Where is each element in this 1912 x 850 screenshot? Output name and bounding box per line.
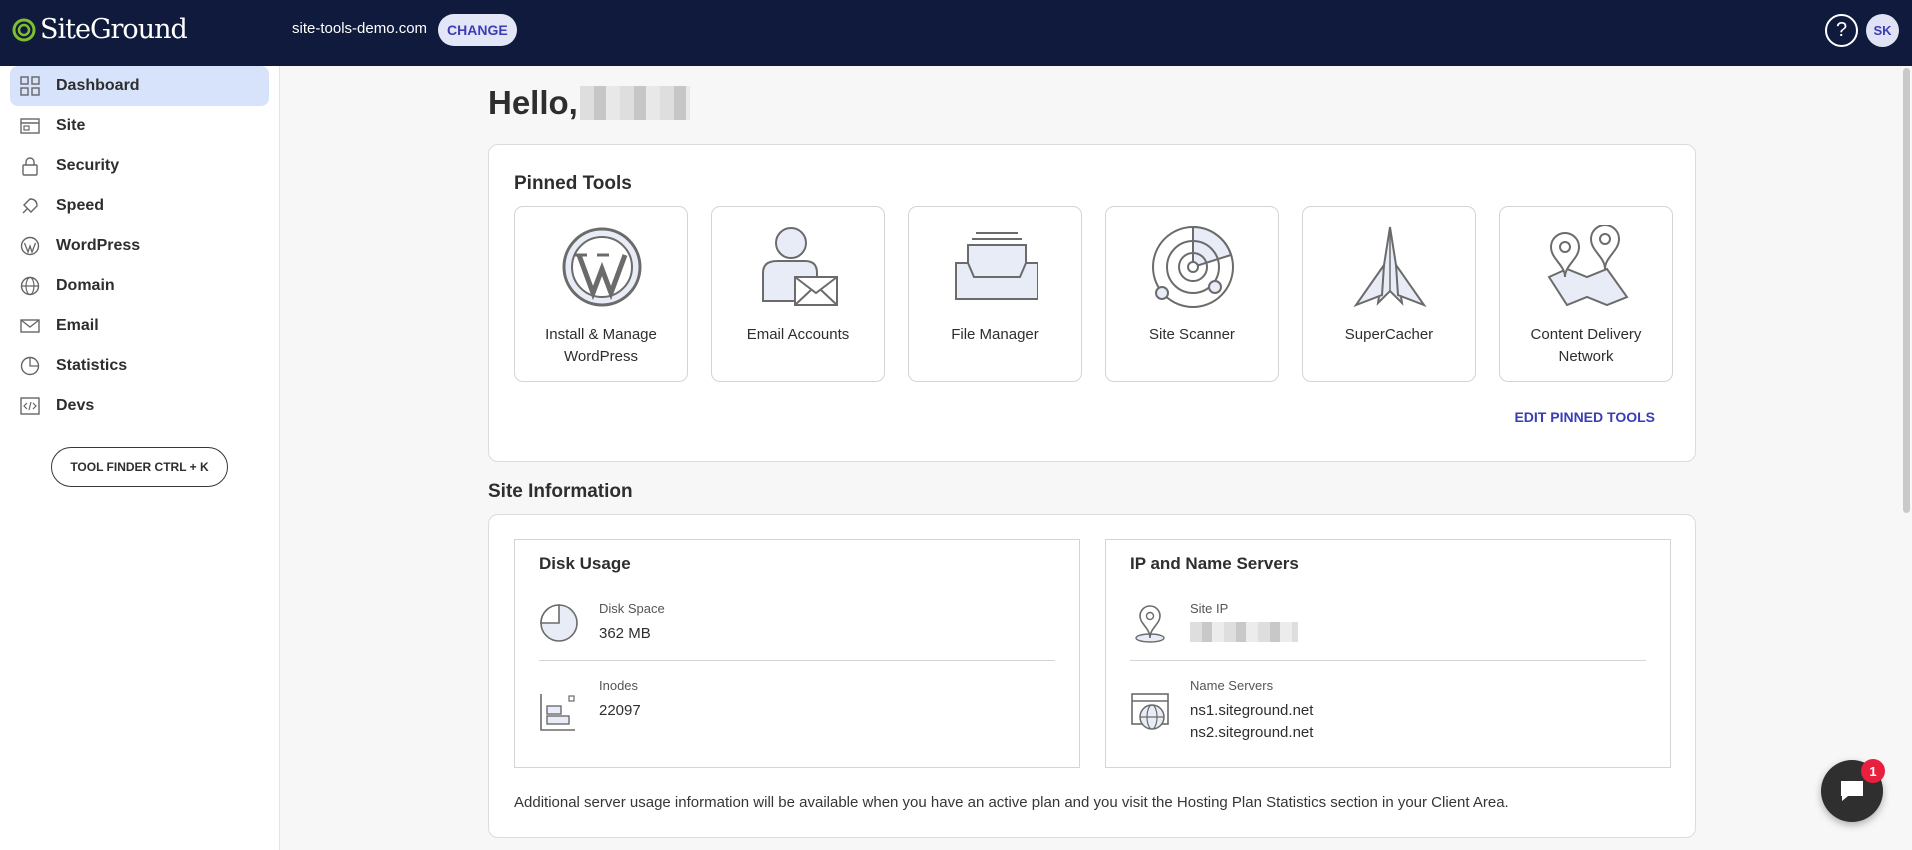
chat-bubble-icon	[1841, 781, 1863, 801]
tool-label: SuperCacher	[1344, 326, 1434, 343]
name-server-1: ns1.siteground.net	[1190, 702, 1314, 719]
site-information-title: Site Information	[488, 481, 633, 502]
change-site-button[interactable]: CHANGE	[438, 14, 517, 46]
greeting-text: Hello,	[488, 84, 578, 121]
tool-label: Email Accounts	[746, 326, 850, 343]
email-accounts-icon	[762, 227, 838, 306]
sidebar-item-label: Dashboard	[56, 77, 140, 94]
tool-label: File Manager	[951, 326, 1039, 343]
inodes-icon	[540, 694, 575, 731]
inodes-value: 22097	[599, 702, 641, 719]
siteground-swirl-icon	[12, 18, 36, 41]
sidebar-item-label: Security	[56, 157, 120, 174]
redacted-user-name	[579, 86, 690, 120]
sidebar-item-speed[interactable]: Speed	[10, 186, 269, 226]
usage-footnote: Additional server usage information will…	[514, 794, 1509, 811]
dashboard-grid-icon	[20, 76, 40, 96]
logo-text: SiteGround	[40, 14, 188, 45]
site-ip-label: Site IP	[1190, 601, 1229, 616]
sidebar-item-label: Devs	[56, 397, 95, 414]
site-information-card: Disk Usage Disk Space 362 MB Inodes 2209…	[488, 514, 1696, 838]
ip-name-servers-title: IP and Name Servers	[1130, 554, 1299, 573]
ip-name-servers-panel: IP and Name Servers Site IP Name Servers…	[1105, 539, 1671, 768]
globe-icon	[20, 276, 40, 296]
code-icon	[20, 397, 40, 415]
disk-pie-icon	[540, 604, 578, 642]
paper-rocket-icon	[1353, 226, 1427, 308]
redacted-site-ip	[1190, 622, 1298, 642]
server-globe-icon	[1131, 693, 1169, 730]
current-domain: site-tools-demo.com	[292, 20, 428, 37]
disk-usage-title: Disk Usage	[539, 554, 631, 573]
page-greeting: Hello,	[488, 84, 690, 122]
lock-icon	[22, 157, 38, 176]
wordpress-logo-icon	[562, 227, 642, 307]
wordpress-icon	[20, 236, 40, 256]
tool-site-scanner[interactable]: Site Scanner	[1105, 206, 1279, 382]
map-pins-icon	[1547, 225, 1629, 307]
user-avatar[interactable]: SK	[1866, 14, 1899, 47]
site-icon	[20, 118, 40, 134]
sidebar-item-label: Site	[56, 117, 86, 134]
file-tray-icon	[955, 232, 1038, 300]
pinned-tools-title: Pinned Tools	[514, 173, 632, 194]
tool-email-accounts[interactable]: Email Accounts	[711, 206, 885, 382]
page-scrollbar[interactable]	[1903, 68, 1910, 513]
edit-pinned-tools-link[interactable]: EDIT PINNED TOOLS	[1514, 409, 1655, 425]
tool-label: Site Scanner	[1149, 326, 1235, 343]
divider	[1130, 660, 1646, 661]
siteground-logo[interactable]: SiteGround	[12, 14, 188, 45]
sidebar-item-devs[interactable]: Devs	[10, 386, 269, 426]
tool-label: Content Delivery Network	[1530, 326, 1642, 365]
sidebar-item-label: WordPress	[56, 237, 141, 254]
sidebar-item-label: Domain	[56, 277, 115, 294]
sidebar-item-label: Statistics	[56, 357, 128, 374]
sidebar-item-wordpress[interactable]: WordPress	[10, 226, 269, 266]
sidebar-item-label: Speed	[56, 197, 105, 214]
radar-icon	[1152, 225, 1234, 308]
tool-label: Install & Manage WordPress	[545, 326, 657, 365]
pinned-tools-card: Pinned Tools Install & Manage WordPress …	[488, 144, 1696, 462]
tool-finder-button[interactable]: TOOL FINDER CTRL + K	[51, 447, 228, 487]
pie-chart-icon	[20, 356, 40, 376]
disk-space-value: 362 MB	[599, 625, 651, 642]
sidebar-item-email[interactable]: Email	[10, 306, 269, 346]
inodes-label: Inodes	[599, 678, 639, 693]
help-button[interactable]: ?	[1825, 14, 1858, 47]
name-servers-label: Name Servers	[1190, 678, 1274, 693]
tool-supercacher[interactable]: SuperCacher	[1302, 206, 1476, 382]
divider	[539, 660, 1055, 661]
tool-file-manager[interactable]: File Manager	[908, 206, 1082, 382]
rocket-icon	[22, 198, 38, 214]
tool-content-delivery-network[interactable]: Content Delivery Network	[1499, 206, 1673, 382]
disk-space-label: Disk Space	[599, 601, 665, 616]
sidebar-item-dashboard[interactable]: Dashboard	[10, 66, 269, 106]
envelope-icon	[20, 319, 40, 333]
name-server-2: ns2.siteground.net	[1190, 724, 1314, 741]
help-icon: ?	[1835, 19, 1848, 41]
sidebar: Dashboard Site Security Speed WordPress …	[0, 66, 280, 850]
sidebar-item-domain[interactable]: Domain	[10, 266, 269, 306]
location-pin-icon	[1135, 605, 1165, 643]
sidebar-item-site[interactable]: Site	[10, 106, 269, 146]
tool-install-manage-wordpress[interactable]: Install & Manage WordPress	[514, 206, 688, 382]
sidebar-item-security[interactable]: Security	[10, 146, 269, 186]
chat-notification-badge: 1	[1861, 759, 1885, 783]
top-bar: SiteGround site-tools-demo.com CHANGE ? …	[0, 0, 1912, 66]
sidebar-item-label: Email	[56, 317, 99, 334]
disk-usage-panel: Disk Usage Disk Space 362 MB Inodes 2209…	[514, 539, 1080, 768]
sidebar-item-statistics[interactable]: Statistics	[10, 346, 269, 386]
